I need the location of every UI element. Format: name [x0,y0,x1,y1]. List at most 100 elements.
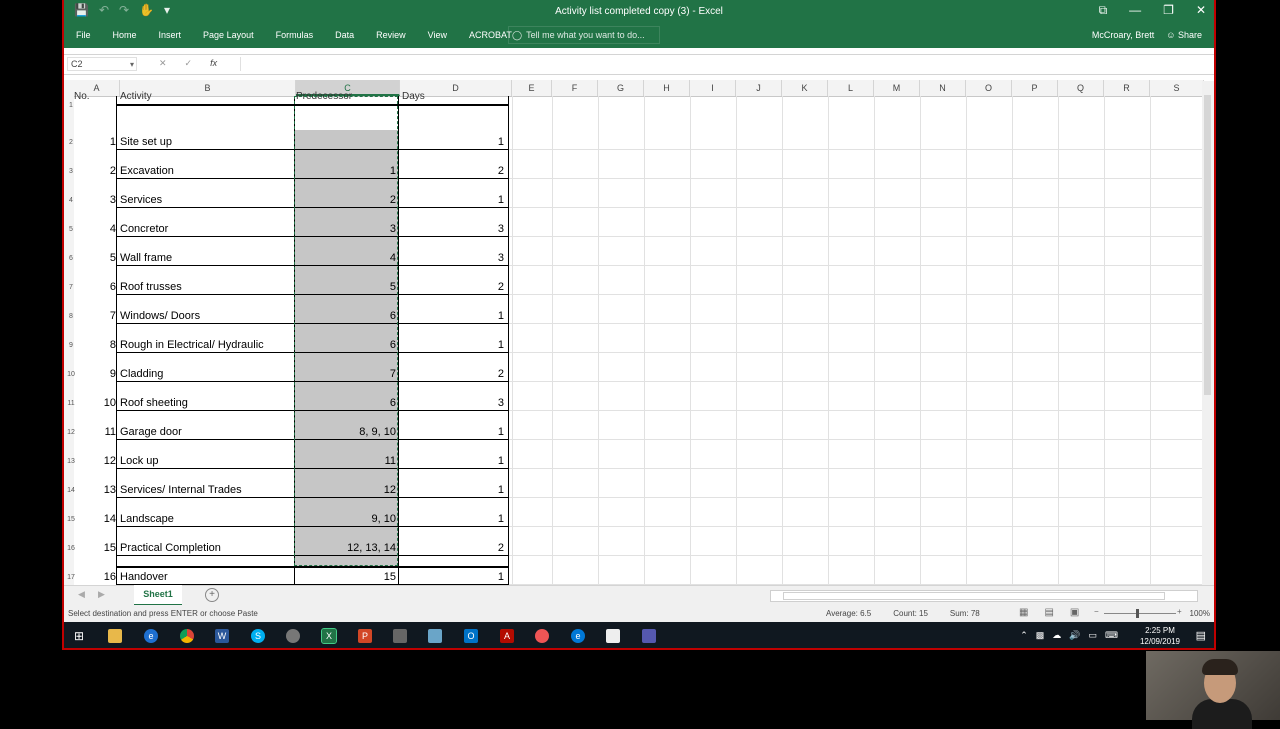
cell-no[interactable]: No. [74,91,116,102]
new-sheet-button[interactable]: + [205,588,219,602]
cell-activity[interactable]: Site set up [120,136,290,148]
cell-days[interactable]: Days [402,91,504,102]
windows-start-icon[interactable]: ⊞ [72,629,86,643]
cell-no[interactable]: 3 [74,194,116,206]
worksheet-grid[interactable]: ABCDEFGHIJKLMNOPQRS 1 2 3 4 5 6 7 8 9 10 11 12 13 14 1… [64,73,1204,585]
cell-no[interactable]: 12 [74,455,116,467]
cell-days[interactable]: 1 [402,484,504,496]
cell-days[interactable]: 3 [402,223,504,235]
vertical-scrollbar[interactable] [1202,81,1214,585]
cell-activity[interactable]: Cladding [120,368,290,380]
column-header-g[interactable]: G [598,80,644,96]
page-break-view-icon[interactable]: ▣ [1070,607,1079,618]
column-header-o[interactable]: O [966,80,1012,96]
cell-predecessor[interactable]: 15 [296,571,396,583]
cell-no[interactable]: 4 [74,223,116,235]
notepad-icon[interactable] [606,629,620,643]
cell-activity[interactable]: Practical Completion [120,542,290,554]
powerpoint-icon[interactable]: P [358,629,372,643]
cell-no[interactable]: 7 [74,310,116,322]
prev-sheet-icon[interactable]: ◀ [78,589,85,600]
cell-days[interactable]: 1 [402,571,504,583]
sheet-tab[interactable]: Sheet1 [134,585,182,606]
tab-home[interactable]: Home [113,30,137,40]
cell-no[interactable]: 8 [74,339,116,351]
teams-icon[interactable] [642,629,656,643]
chrome-icon[interactable] [180,629,194,643]
cell-no[interactable]: 14 [74,513,116,525]
column-header-f[interactable]: F [552,80,598,96]
cell-days[interactable]: 1 [402,194,504,206]
cell-no[interactable]: 2 [74,165,116,177]
cell-days[interactable]: 2 [402,368,504,380]
close-icon[interactable]: ✕ [1196,3,1206,18]
media-icon[interactable] [535,629,549,643]
status-average[interactable]: Average: 6.5 [826,609,871,618]
zoom-slider-thumb[interactable] [1136,609,1139,618]
cell-days[interactable]: 1 [402,339,504,351]
onedrive-icon[interactable]: ☁ [1052,630,1061,641]
outlook-icon[interactable]: O [464,629,478,643]
ribbon-display-options-icon[interactable]: ⧉ [1099,3,1108,18]
cell-activity[interactable]: Services/ Internal Trades [120,484,290,496]
tab-formulas[interactable]: Formulas [276,30,314,40]
name-box[interactable]: C2 ▾ [67,57,137,71]
zoom-level[interactable]: 100% [1190,609,1210,618]
snipping-tool-icon[interactable] [286,629,300,643]
cell-activity[interactable]: Concretor [120,223,290,235]
row-header[interactable]: 1 [64,102,78,109]
internet-explorer-icon[interactable]: e [144,629,158,643]
word-icon[interactable]: W [215,629,229,643]
network-icon[interactable]: ▩ [1036,630,1045,641]
cell-days[interactable]: 1 [402,310,504,322]
cell-days[interactable]: 1 [402,455,504,467]
cell-days[interactable]: 1 [402,426,504,438]
cell-no[interactable]: 13 [74,484,116,496]
column-header-h[interactable]: H [644,80,690,96]
cell-no[interactable]: 6 [74,281,116,293]
tab-data[interactable]: Data [335,30,354,40]
acrobat-icon[interactable]: A [500,629,514,643]
cell-activity[interactable]: Roof trusses [120,281,290,293]
cell-days[interactable]: 2 [402,281,504,293]
status-count[interactable]: Count: 15 [893,609,928,618]
edge-icon[interactable]: e [571,629,585,643]
chevron-up-icon[interactable]: ⌃ [1020,630,1028,641]
cell-activity[interactable]: Wall frame [120,252,290,264]
column-header-m[interactable]: M [874,80,920,96]
scroll-thumb[interactable] [1204,95,1211,395]
cell-days[interactable]: 2 [402,542,504,554]
app-icon[interactable] [428,629,442,643]
column-header-r[interactable]: R [1104,80,1150,96]
cell-days[interactable]: 3 [402,252,504,264]
cell-no[interactable]: 11 [74,426,116,438]
cell-activity[interactable]: Lock up [120,455,290,467]
cell-no[interactable]: 9 [74,368,116,380]
page-layout-view-icon[interactable]: ▤ [1044,607,1053,618]
tab-review[interactable]: Review [376,30,406,40]
tab-file[interactable]: File [76,30,91,40]
column-header-j[interactable]: J [736,80,782,96]
cancel-icon[interactable]: ✕ [159,58,167,69]
share-button[interactable]: ☺ Share [1166,30,1202,40]
column-header-n[interactable]: N [920,80,966,96]
cell-days[interactable]: 2 [402,165,504,177]
calculator-icon[interactable] [393,629,407,643]
cell-activity[interactable]: Garage door [120,426,290,438]
taskbar-clock[interactable]: 2:25 PM 12/09/2019 [1140,625,1180,647]
battery-icon[interactable]: ▭ [1088,630,1097,641]
tab-page-layout[interactable]: Page Layout [203,30,254,40]
keyboard-icon[interactable]: ⌨ [1105,630,1118,641]
tab-view[interactable]: View [428,30,447,40]
scroll-thumb[interactable] [783,592,1165,600]
normal-view-icon[interactable]: ▦ [1019,607,1028,618]
cell-activity[interactable]: Landscape [120,513,290,525]
insert-function-button[interactable]: fx [210,58,217,69]
volume-icon[interactable]: 🔊 [1069,630,1080,641]
skype-icon[interactable]: S [251,629,265,643]
cell-activity[interactable]: Windows/ Doors [120,310,290,322]
cell-no[interactable]: 1 [74,136,116,148]
cell-activity[interactable]: Excavation [120,165,290,177]
column-header-l[interactable]: L [828,80,874,96]
chevron-down-icon[interactable]: ▾ [130,58,134,71]
